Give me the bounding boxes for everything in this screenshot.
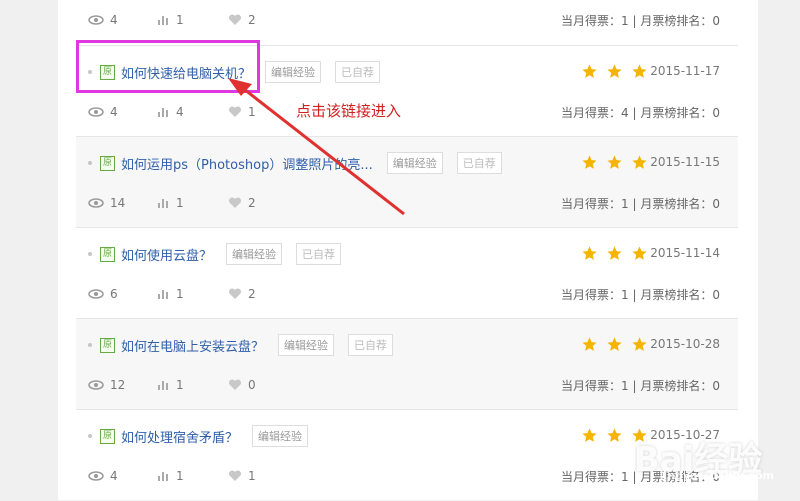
arrow-annotation [228,78,405,216]
annotation-text: 点击该链接进入 [296,102,402,120]
watermark-url: jingyan.baidu.com [659,469,774,482]
baidu-jingyan-watermark: Bai经验 jingyan.baidu.com [612,428,784,484]
